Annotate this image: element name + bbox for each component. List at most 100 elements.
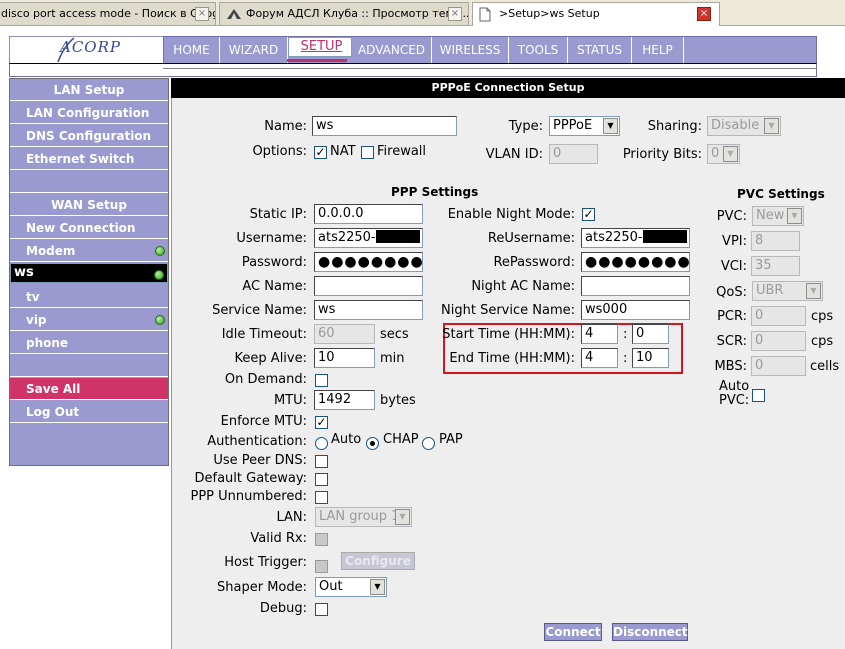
sidebar-item-modem[interactable]: Modem	[10, 240, 168, 262]
close-icon[interactable]: ×	[195, 7, 209, 21]
priority-bits-select[interactable]: 0 ▼	[707, 144, 740, 164]
default-gateway-checkbox[interactable]	[315, 473, 328, 486]
nav-tools[interactable]: TOOLS	[509, 37, 568, 63]
auth-chap-radio[interactable]	[366, 437, 379, 450]
vlan-id-input[interactable]: 0	[549, 144, 598, 164]
on-demand-checkbox[interactable]	[315, 374, 328, 387]
qos-select[interactable]: UBR ▼	[752, 281, 823, 301]
mbs-label: MBS:	[714, 359, 747, 374]
auth-auto-label: Auto	[331, 432, 362, 447]
debug-checkbox[interactable]	[315, 603, 328, 616]
pvc-select[interactable]: New ▼	[752, 206, 804, 226]
sharing-select[interactable]: Disable ▼	[707, 116, 781, 136]
configure-button[interactable]: Configure	[341, 552, 415, 570]
lan-label: LAN:	[276, 510, 307, 525]
nav-help[interactable]: HELP	[632, 37, 684, 63]
tab-title: Форум АДСЛ Клуба :: Просмотр темы...	[246, 7, 469, 20]
lan-group-select[interactable]: LAN group 1 ▼	[315, 507, 412, 527]
start-hour-input[interactable]: 4	[581, 324, 618, 344]
night-service-name-label: Night Service Name:	[441, 303, 575, 318]
username-value: ats2250-	[318, 230, 376, 245]
sidebar-item-ethernet-switch[interactable]: Ethernet Switch	[10, 148, 168, 170]
connect-button[interactable]: Connect	[544, 623, 602, 641]
sidebar-item-lan-configuration[interactable]: LAN Configuration	[10, 102, 168, 124]
nat-checkbox[interactable]: ✓	[314, 146, 327, 159]
start-minute-input[interactable]: 0	[632, 324, 669, 344]
auto-pvc-checkbox[interactable]	[752, 389, 765, 402]
ppp-unnumbered-checkbox[interactable]	[315, 491, 328, 504]
close-icon[interactable]: ×	[448, 7, 462, 21]
end-hour-input[interactable]: 4	[581, 348, 618, 368]
ac-name-input[interactable]	[314, 276, 423, 296]
save-all-button[interactable]: Save All	[10, 378, 168, 400]
sidebar-item-vip[interactable]: vip	[10, 309, 168, 331]
main-nav: HOME WIZARD SETUP ADVANCED WIRELESS TOOL…	[163, 36, 817, 64]
nav-status[interactable]: STATUS	[568, 37, 632, 63]
browser-tab-setup[interactable]: >Setup>ws Setup ×	[472, 2, 720, 26]
sidebar-header-lan: LAN Setup	[10, 79, 168, 101]
chevron-down-icon: ▼	[603, 118, 618, 134]
lan-group-value: LAN group 1	[319, 509, 400, 524]
end-minute-input[interactable]: 10	[632, 348, 669, 368]
vpi-input[interactable]: 8	[751, 231, 800, 251]
valid-rx-checkbox[interactable]	[315, 533, 328, 546]
priority-bits-value: 0	[711, 146, 720, 161]
sidebar-item-dns-configuration[interactable]: DNS Configuration	[10, 125, 168, 147]
host-trigger-label: Host Trigger:	[224, 555, 307, 570]
disconnect-button[interactable]: Disconnect	[612, 623, 688, 641]
type-select[interactable]: PPPoE ▼	[549, 116, 620, 136]
close-icon[interactable]: ×	[697, 7, 711, 21]
reusername-value: ats2250-	[585, 230, 643, 245]
nav-wizard[interactable]: WIZARD	[220, 37, 288, 63]
nav-setup[interactable]: SETUP	[288, 37, 352, 57]
firewall-checkbox[interactable]	[361, 146, 374, 159]
shaper-mode-select[interactable]: Out ▼	[315, 577, 387, 597]
reusername-input[interactable]: ats2250-	[581, 228, 690, 248]
vci-input[interactable]: 35	[751, 256, 800, 276]
time-separator: :	[623, 351, 628, 366]
vlan-id-label: VLAN ID:	[485, 147, 543, 162]
repassword-input[interactable]: ●●●●●●●●	[581, 252, 690, 272]
panel-title: PPPoE Connection Setup	[171, 78, 845, 98]
idle-timeout-input[interactable]: 60	[314, 324, 375, 344]
browser-tab-google[interactable]: disco port access mode - Поиск в Google …	[0, 2, 216, 25]
nav-wireless[interactable]: WIRELESS	[432, 37, 509, 63]
browser-tab-forum[interactable]: Форум АДСЛ Клуба :: Просмотр темы... ×	[219, 2, 469, 25]
mtu-input[interactable]: 1492	[314, 390, 375, 410]
sidebar-item-tv[interactable]: tv	[10, 286, 168, 308]
host-trigger-checkbox[interactable]	[315, 560, 328, 573]
service-name-input[interactable]: ws	[314, 300, 423, 320]
nav-selected-indicator	[287, 59, 347, 62]
peer-dns-checkbox[interactable]	[315, 455, 328, 468]
auth-pap-radio[interactable]	[422, 437, 435, 450]
keep-alive-input[interactable]: 10	[314, 348, 375, 368]
scr-input[interactable]: 0	[751, 331, 806, 351]
chevron-down-icon: ▼	[395, 509, 410, 525]
night-service-name-input[interactable]: ws000	[581, 300, 690, 320]
mbs-input[interactable]: 0	[751, 356, 806, 376]
password-input[interactable]: ●●●●●●●●	[314, 252, 423, 272]
sidebar-item-phone[interactable]: phone	[10, 332, 168, 354]
name-input[interactable]: ws	[312, 116, 457, 136]
qos-select-value: UBR	[756, 283, 784, 298]
mtu-label: MTU:	[273, 393, 307, 408]
sidebar-item-ws[interactable]: ws	[10, 263, 168, 283]
pvc-settings-heading: PVC Settings	[737, 187, 825, 201]
pvc-label: PVC:	[716, 209, 747, 224]
password-label: Password:	[241, 255, 307, 270]
log-out-button[interactable]: Log Out	[10, 401, 168, 423]
static-ip-input[interactable]: 0.0.0.0	[314, 204, 423, 224]
username-input[interactable]: ats2250-	[314, 228, 423, 248]
chevron-down-icon: ▼	[787, 208, 802, 224]
auth-auto-radio[interactable]	[315, 437, 328, 450]
nav-home[interactable]: HOME	[164, 37, 220, 63]
enforce-mtu-checkbox[interactable]: ✓	[315, 416, 328, 429]
nav-advanced[interactable]: ADVANCED	[352, 37, 432, 63]
enable-night-mode-label: Enable Night Mode:	[447, 207, 575, 222]
pcr-input[interactable]: 0	[751, 306, 806, 326]
sidebar-item-new-connection[interactable]: New Connection	[10, 217, 168, 239]
enable-night-mode-checkbox[interactable]: ✓	[582, 208, 595, 221]
end-time-label: End Time (HH:MM):	[449, 351, 575, 366]
night-ac-name-input[interactable]	[581, 276, 690, 296]
debug-label: Debug:	[259, 601, 307, 616]
